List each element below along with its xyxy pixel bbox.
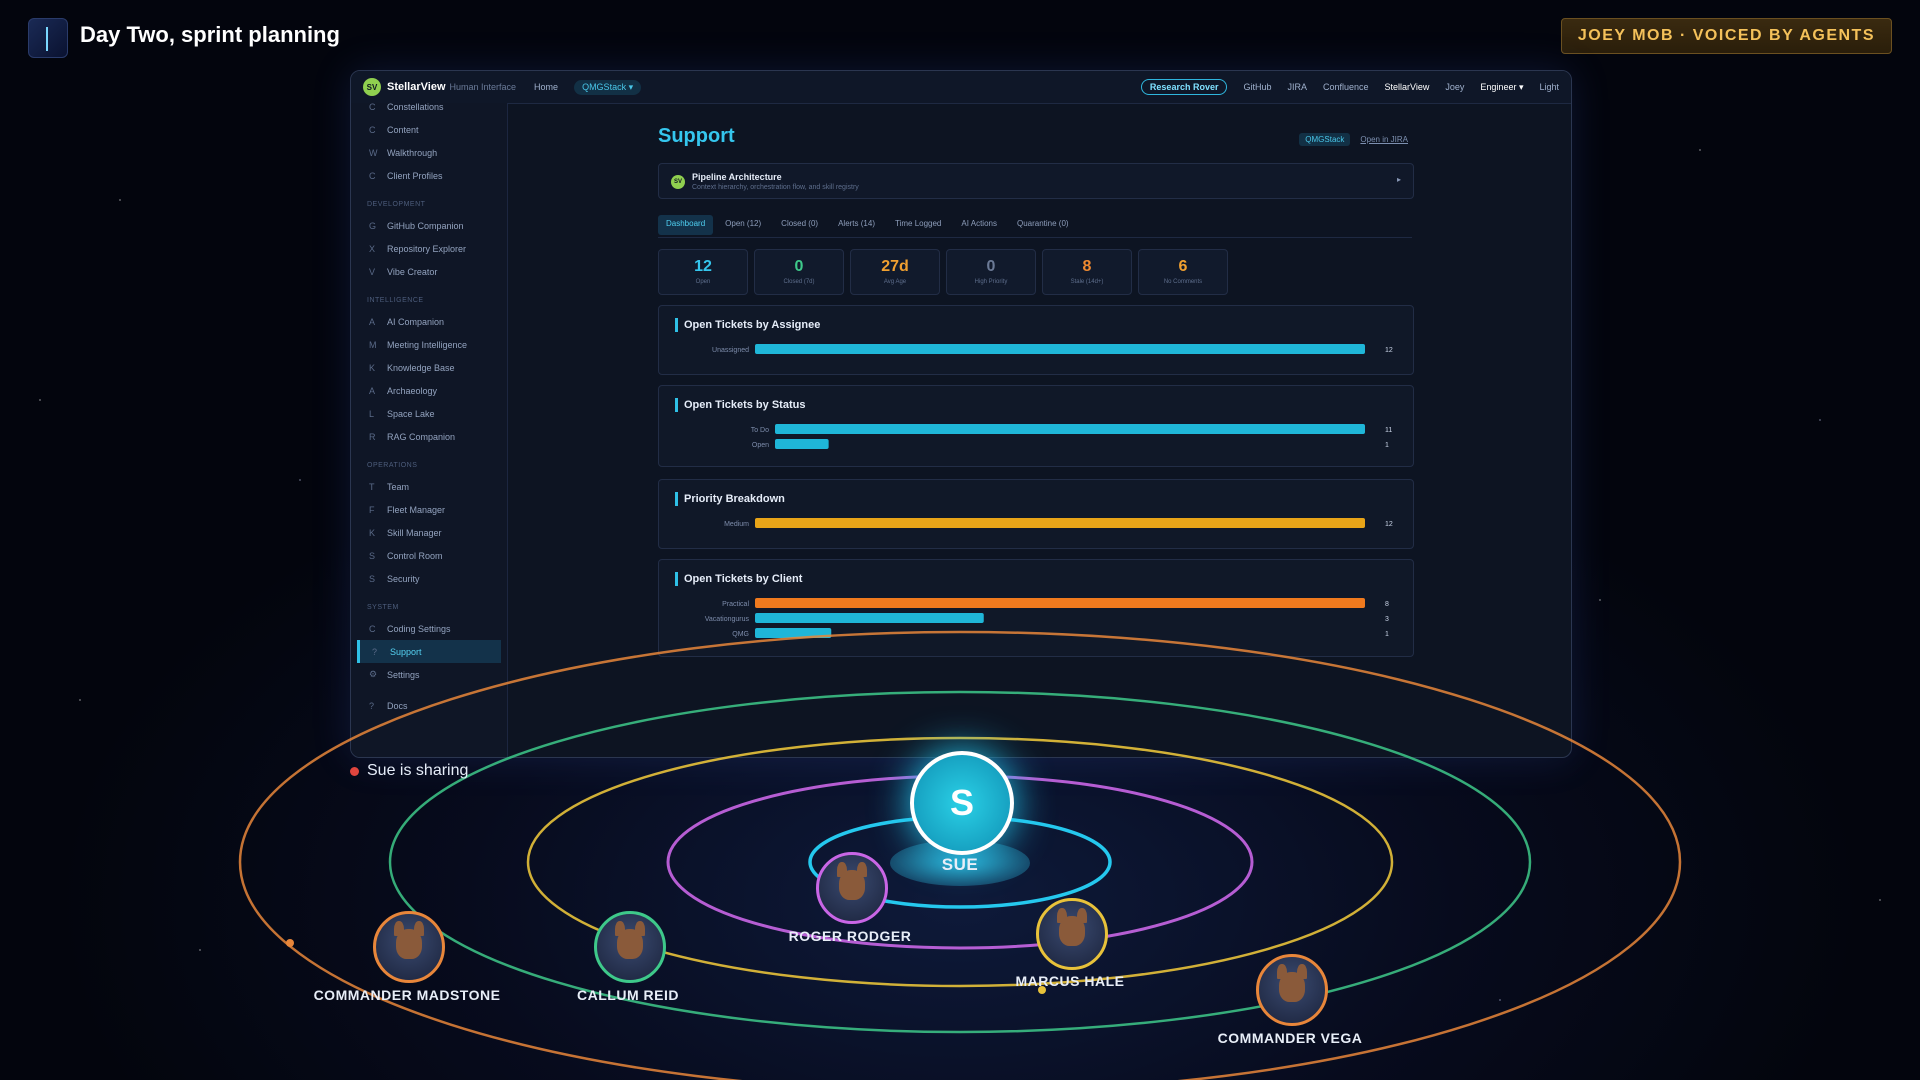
participant-name: ROGER RODGER (788, 928, 912, 944)
presenter-name: SUE (941, 855, 979, 874)
participant-avatar-roger-rodger[interactable] (816, 852, 888, 924)
participant-avatar-commander-vega[interactable] (1256, 954, 1328, 1026)
orbit-dot (286, 939, 294, 947)
participant-name: COMMANDER VEGA (1217, 1030, 1363, 1046)
participant-avatar-callum-reid[interactable] (594, 911, 666, 983)
participant-avatar-commander-madstone[interactable] (373, 911, 445, 983)
participant-name: COMMANDER MADSTONE (313, 987, 501, 1003)
sharing-indicator: Sue is sharing (350, 762, 468, 780)
recording-dot-icon (350, 766, 359, 776)
presenter-avatar[interactable]: S (910, 751, 1014, 855)
participant-name: MARCUS HALE (1015, 973, 1125, 989)
participant-avatar-marcus-hale[interactable] (1036, 898, 1108, 970)
participant-name: CALLUM REID (577, 987, 679, 1003)
orbit-rings (238, 630, 1682, 1080)
sharing-text: Sue is sharing (367, 762, 469, 779)
